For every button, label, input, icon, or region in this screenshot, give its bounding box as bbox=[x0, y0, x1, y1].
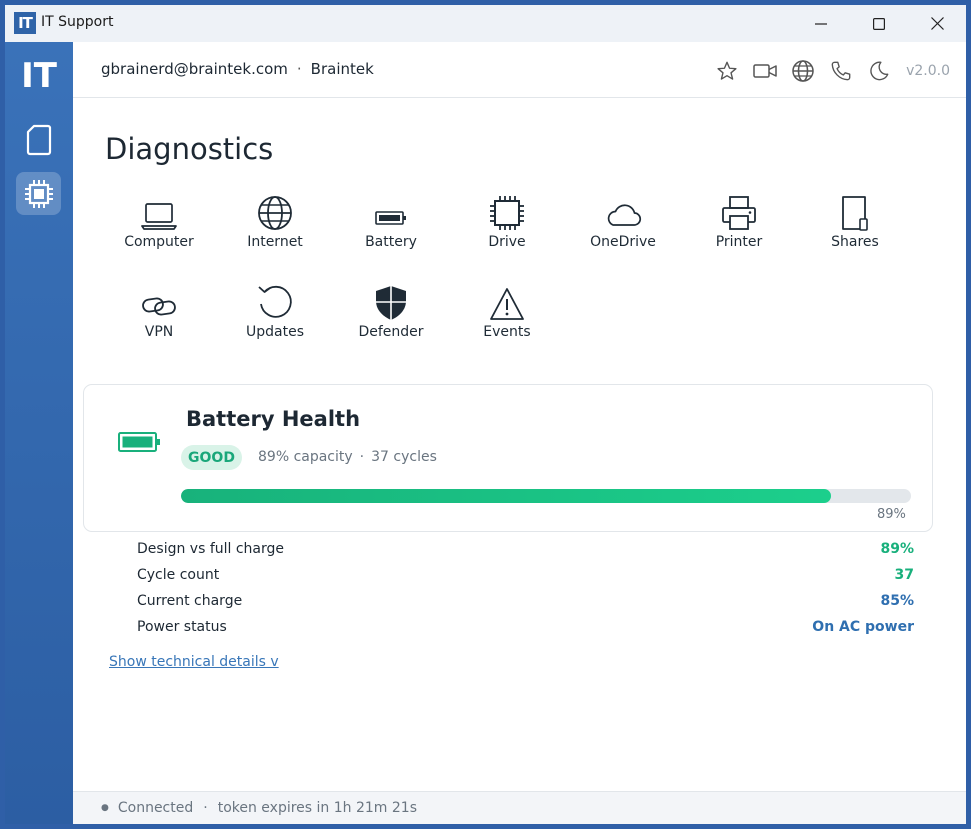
stat-value: On AC power bbox=[812, 619, 914, 635]
refresh-icon bbox=[258, 285, 292, 318]
progress-label: 89% bbox=[877, 507, 906, 522]
separator: · bbox=[359, 449, 365, 465]
app-window: IT IT Support IT gbrainerd@braintek.com … bbox=[5, 5, 966, 824]
warning-icon bbox=[490, 288, 524, 320]
connection-status: ● Connected · token expires in 1h 21m 21s bbox=[101, 800, 417, 816]
minimize-button[interactable] bbox=[792, 5, 850, 42]
tile-updates[interactable]: Updates bbox=[225, 281, 325, 351]
company-name: Braintek bbox=[310, 60, 374, 78]
tile-battery[interactable]: Battery bbox=[341, 191, 441, 261]
title-bar: IT IT Support bbox=[5, 5, 966, 42]
card-title: Battery Health bbox=[186, 407, 361, 431]
battery-icon bbox=[375, 211, 406, 225]
video-icon bbox=[753, 64, 777, 78]
tile-label: OneDrive bbox=[590, 234, 656, 250]
tile-label: Battery bbox=[365, 234, 417, 250]
status-badge: GOOD bbox=[181, 445, 242, 470]
status-dot-icon: ● bbox=[101, 803, 109, 813]
sidebar-logo: IT bbox=[21, 56, 57, 96]
stat-row: Design vs full charge 89% bbox=[137, 537, 914, 563]
page-title: Diagnostics bbox=[105, 132, 274, 166]
token-expiry-text: token expires in 1h 21m 21s bbox=[217, 800, 417, 816]
app-logo-icon: IT bbox=[14, 12, 36, 34]
cycles-text: 37 cycles bbox=[371, 449, 437, 465]
tile-label: Printer bbox=[715, 234, 763, 250]
diagnostics-panel: Diagnostics Computer Internet Battery Dr… bbox=[73, 99, 966, 791]
connection-text: Connected bbox=[117, 800, 194, 816]
tile-onedrive[interactable]: OneDrive bbox=[573, 191, 673, 261]
capacity-progress-bar bbox=[181, 489, 911, 503]
stat-value: 85% bbox=[880, 593, 914, 609]
tile-label: Events bbox=[483, 324, 531, 340]
maximize-button[interactable] bbox=[850, 5, 908, 42]
tile-printer[interactable]: Printer bbox=[689, 191, 789, 261]
phone-icon bbox=[831, 61, 851, 81]
capacity-progress-fill bbox=[181, 489, 831, 503]
sidebar-item-tablet[interactable] bbox=[16, 118, 61, 161]
user-info: gbrainerd@braintek.com · Braintek bbox=[101, 60, 374, 78]
tile-drive[interactable]: Drive bbox=[457, 191, 557, 261]
maximize-icon bbox=[873, 17, 885, 30]
sidebar-item-diagnostics[interactable] bbox=[16, 172, 61, 215]
tile-computer[interactable]: Computer bbox=[109, 191, 209, 261]
file-icon bbox=[842, 196, 868, 231]
stat-row: Cycle count 37 bbox=[137, 563, 914, 589]
video-button[interactable] bbox=[746, 57, 784, 85]
close-button[interactable] bbox=[908, 5, 966, 42]
theme-button[interactable] bbox=[860, 57, 898, 85]
laptop-icon bbox=[141, 203, 177, 230]
stat-label: Design vs full charge bbox=[137, 541, 285, 557]
tile-shares[interactable]: Shares bbox=[805, 191, 905, 261]
tablet-icon bbox=[26, 124, 51, 155]
show-technical-details-link[interactable]: Show technical details v bbox=[109, 654, 279, 670]
globe-icon bbox=[258, 196, 292, 230]
version-label: v2.0.0 bbox=[906, 63, 950, 79]
link-icon bbox=[142, 297, 176, 316]
close-icon bbox=[930, 17, 944, 30]
header-actions: v2.0.0 bbox=[708, 57, 950, 85]
tile-label: Defender bbox=[358, 324, 424, 340]
globe-icon bbox=[792, 60, 814, 82]
star-icon bbox=[717, 61, 737, 80]
tile-label: Shares bbox=[831, 234, 879, 250]
sidebar: IT bbox=[5, 42, 73, 824]
tile-vpn[interactable]: VPN bbox=[109, 281, 209, 351]
minimize-icon bbox=[815, 22, 827, 25]
status-bar: ● Connected · token expires in 1h 21m 21s bbox=[73, 791, 966, 824]
shield-icon bbox=[376, 286, 406, 320]
user-email: gbrainerd@braintek.com bbox=[101, 60, 288, 78]
printer-icon bbox=[722, 196, 756, 230]
favorite-button[interactable] bbox=[708, 57, 746, 85]
header: gbrainerd@braintek.com · Braintek v2.0.0 bbox=[73, 42, 966, 98]
tile-internet[interactable]: Internet bbox=[225, 191, 325, 261]
stat-label: Power status bbox=[137, 619, 227, 635]
window-title: IT Support bbox=[41, 14, 114, 30]
tile-label: Drive bbox=[488, 234, 526, 250]
capacity-text: 89% capacity bbox=[258, 449, 353, 465]
separator: · bbox=[203, 800, 208, 816]
tile-label: VPN bbox=[144, 324, 174, 340]
tile-label: Internet bbox=[247, 234, 303, 250]
battery-full-icon bbox=[118, 432, 160, 452]
chip-icon bbox=[24, 179, 53, 208]
tile-label: Computer bbox=[124, 234, 194, 250]
cloud-icon bbox=[607, 204, 642, 226]
chip-icon bbox=[490, 196, 524, 230]
separator: · bbox=[296, 60, 302, 78]
stat-label: Cycle count bbox=[137, 567, 220, 583]
phone-button[interactable] bbox=[822, 57, 860, 85]
tile-defender[interactable]: Defender bbox=[341, 281, 441, 351]
stat-value: 89% bbox=[880, 541, 914, 557]
stat-label: Current charge bbox=[137, 593, 243, 609]
stat-row: Current charge 85% bbox=[137, 589, 914, 615]
stat-row: Power status On AC power bbox=[137, 615, 914, 641]
tile-label: Updates bbox=[246, 324, 304, 340]
card-subtitle: 89% capacity · 37 cycles bbox=[258, 449, 437, 465]
tile-events[interactable]: Events bbox=[457, 281, 557, 351]
battery-health-card: Battery Health GOOD 89% capacity · 37 cycl… bbox=[83, 384, 933, 532]
stat-value: 37 bbox=[894, 567, 914, 583]
moon-icon bbox=[870, 61, 889, 81]
web-button[interactable] bbox=[784, 57, 822, 85]
